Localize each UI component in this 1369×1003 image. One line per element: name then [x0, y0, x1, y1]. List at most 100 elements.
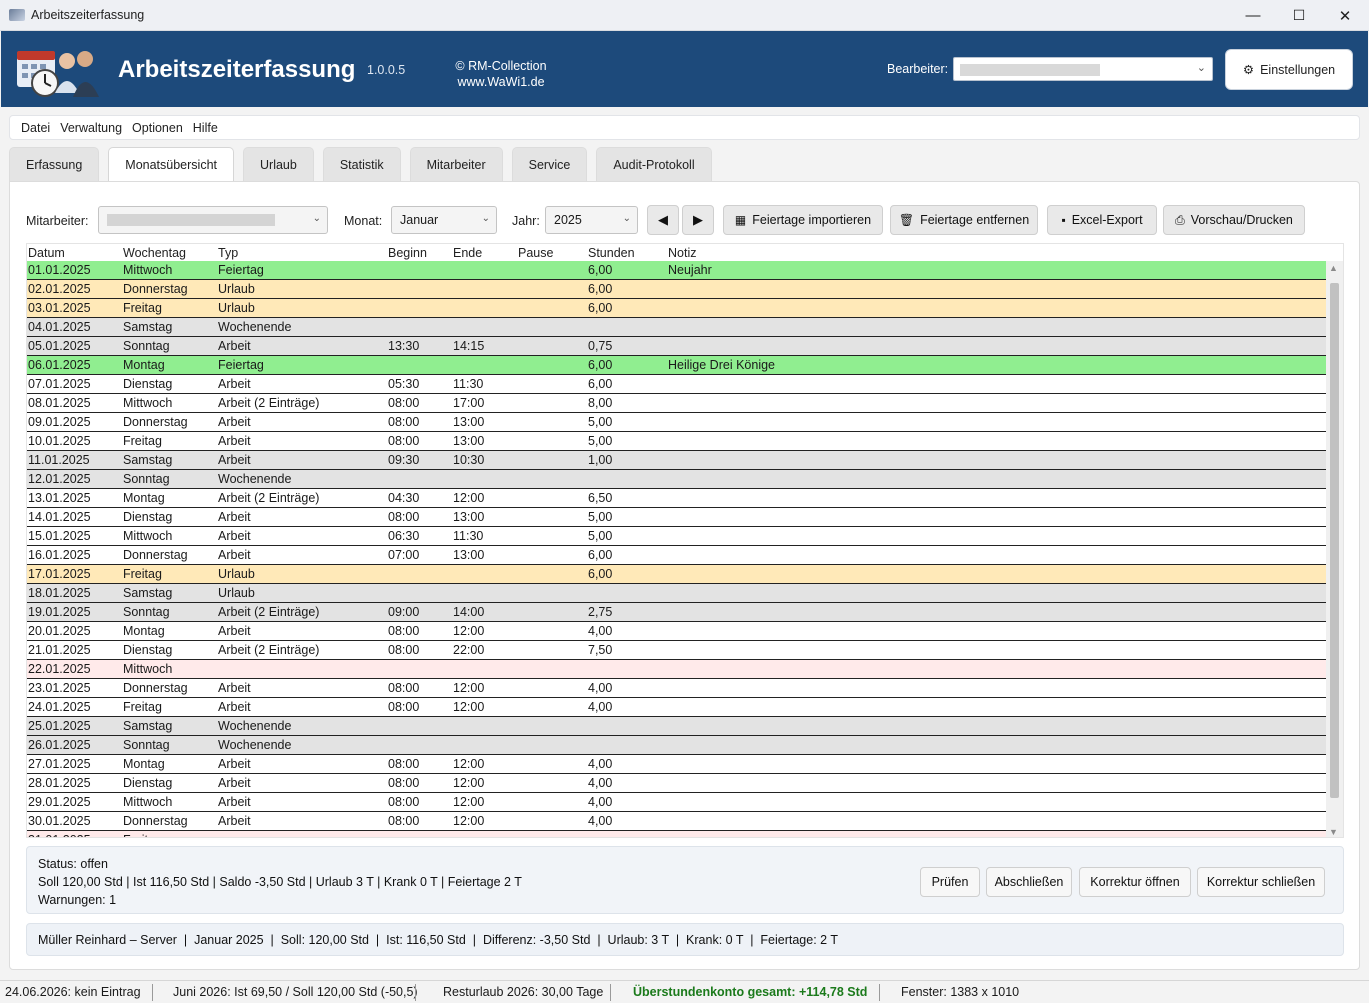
tab-erfassung[interactable]: Erfassung	[9, 147, 100, 181]
cell-hours: 8,00	[588, 396, 613, 410]
scroll-up-icon[interactable]: ▲	[1329, 263, 1338, 273]
header-end[interactable]: Ende	[453, 246, 482, 260]
previous-month-button[interactable]: ◀	[647, 205, 679, 235]
cell-start: 09:00	[388, 605, 420, 619]
tab-monatsuebersicht[interactable]: Monatsübersicht	[108, 147, 234, 182]
tab-mitarbeiter[interactable]: Mitarbeiter	[409, 147, 503, 181]
table-row[interactable]: 02.01.2025 Donnerstag Urlaub 6,00	[27, 280, 1327, 299]
cell-date: 11.01.2025	[28, 453, 90, 467]
close-month-button[interactable]: Abschließen	[986, 867, 1072, 897]
table-row[interactable]: 14.01.2025 Dienstag Arbeit 08:00 13:00 5,00	[27, 508, 1327, 527]
check-button[interactable]: Prüfen	[920, 867, 980, 897]
menu-admin[interactable]: Verwaltung	[60, 121, 122, 135]
tab-service[interactable]: Service	[511, 147, 588, 181]
table-row[interactable]: 28.01.2025 Dienstag Arbeit 08:00 12:00 4,00	[27, 774, 1327, 793]
table-row[interactable]: 17.01.2025 Freitag Urlaub 6,00	[27, 565, 1327, 584]
statusbar-vacation: Resturlaub 2026: 30,00 Tage	[443, 985, 604, 999]
cell-weekday: Sonntag	[123, 472, 170, 486]
table-row[interactable]: 12.01.2025 Sonntag Wochenende	[27, 470, 1327, 489]
table-row[interactable]: 23.01.2025 Donnerstag Arbeit 08:00 12:00 4,00	[27, 679, 1327, 698]
cell-start: 13:30	[388, 339, 420, 353]
scrollbar-thumb[interactable]	[1330, 283, 1339, 798]
table-row[interactable]: 25.01.2025 Samstag Wochenende	[27, 717, 1327, 736]
header-pause[interactable]: Pause	[518, 246, 553, 260]
table-row[interactable]: 30.01.2025 Donnerstag Arbeit 08:00 12:00 4,00	[27, 812, 1327, 831]
table-row[interactable]: 09.01.2025 Donnerstag Arbeit 08:00 13:00 5,00	[27, 413, 1327, 432]
menu-bar: Datei Verwaltung Optionen Hilfe	[9, 115, 1360, 140]
version-label: 1.0.0.5	[367, 63, 406, 77]
header-weekday[interactable]: Wochentag	[123, 246, 186, 260]
editor-select[interactable]: ⌄	[953, 57, 1213, 81]
cell-hours: 4,00	[588, 814, 613, 828]
settings-button[interactable]: ⚙ Einstellungen	[1225, 49, 1353, 90]
table-row[interactable]: 19.01.2025 Sonntag Arbeit (2 Einträge) 09:0…	[27, 603, 1327, 622]
maximize-button[interactable]: ☐	[1276, 0, 1322, 31]
cell-date: 15.01.2025	[28, 529, 91, 543]
cell-weekday: Freitag	[123, 567, 162, 581]
copyright-text: © RM-Collection	[455, 59, 547, 73]
cell-date: 23.01.2025	[28, 681, 91, 695]
header-type[interactable]: Typ	[218, 246, 238, 260]
cell-type: Urlaub	[218, 567, 255, 581]
table-row[interactable]: 18.01.2025 Samstag Urlaub	[27, 584, 1327, 603]
table-row[interactable]: 29.01.2025 Mittwoch Arbeit 08:00 12:00 4,00	[27, 793, 1327, 812]
month-status-box: Status: offen Soll 120,00 Std | Ist 116,…	[26, 846, 1344, 914]
open-correction-button[interactable]: Korrektur öffnen	[1079, 867, 1191, 897]
table-row[interactable]: 03.01.2025 Freitag Urlaub 6,00	[27, 299, 1327, 318]
cell-hours: 6,00	[588, 263, 613, 277]
cell-start: 08:00	[388, 814, 420, 828]
table-row[interactable]: 08.01.2025 Mittwoch Arbeit (2 Einträge) 08:…	[27, 394, 1327, 413]
table-row[interactable]: 22.01.2025 Mittwoch	[27, 660, 1327, 679]
printer-icon: ⎙	[1175, 212, 1185, 227]
header-date[interactable]: Datum	[28, 246, 65, 260]
table-row[interactable]: 05.01.2025 Sonntag Arbeit 13:30 14:15 0,75	[27, 337, 1327, 356]
excel-export-button[interactable]: ▪ Excel-Export	[1047, 205, 1157, 235]
menu-help[interactable]: Hilfe	[193, 121, 218, 135]
table-row[interactable]: 07.01.2025 Dienstag Arbeit 05:30 11:30 6,00	[27, 375, 1327, 394]
table-row[interactable]: 06.01.2025 Montag Feiertag 6,00 Heilige Drei…	[27, 356, 1327, 375]
cell-weekday: Donnerstag	[123, 415, 188, 429]
minimize-button[interactable]: —	[1230, 0, 1276, 31]
separator	[415, 984, 416, 1001]
header-hours[interactable]: Stunden	[588, 246, 635, 260]
menu-file[interactable]: Datei	[21, 121, 50, 135]
header-start[interactable]: Beginn	[388, 246, 427, 260]
import-holidays-button[interactable]: ▦ Feiertage importieren	[723, 205, 883, 235]
close-correction-button[interactable]: Korrektur schließen	[1197, 867, 1325, 897]
statusbar-month: Juni 2026: Ist 69,50 / Soll 120,00 Std (…	[173, 985, 418, 999]
cell-date: 04.01.2025	[28, 320, 91, 334]
tab-statistik[interactable]: Statistik	[322, 147, 401, 181]
vertical-scrollbar[interactable]: ▲ ▼	[1326, 261, 1343, 837]
website-link[interactable]: www.WaWi1.de	[446, 74, 556, 90]
table-row[interactable]: 11.01.2025 Samstag Arbeit 09:30 10:30 1,00	[27, 451, 1327, 470]
table-row[interactable]: 21.01.2025 Dienstag Arbeit (2 Einträge) 08:…	[27, 641, 1327, 660]
table-row[interactable]: 24.01.2025 Freitag Arbeit 08:00 12:00 4,00	[27, 698, 1327, 717]
remove-holidays-button[interactable]: 🗑 Feiertage entfernen	[890, 205, 1038, 235]
table-row[interactable]: 04.01.2025 Samstag Wochenende	[27, 318, 1327, 337]
cell-end: 13:00	[453, 548, 485, 562]
table-row[interactable]: 26.01.2025 Sonntag Wochenende	[27, 736, 1327, 755]
tab-urlaub[interactable]: Urlaub	[243, 147, 314, 181]
table-row[interactable]: 15.01.2025 Mittwoch Arbeit 06:30 11:30 5,00	[27, 527, 1327, 546]
table-row[interactable]: 31.01.2025 Freitag	[27, 831, 1327, 837]
month-select[interactable]: Januar ⌄	[391, 206, 497, 234]
cell-weekday: Freitag	[123, 833, 162, 837]
cell-hours: 4,00	[588, 757, 613, 771]
print-preview-button[interactable]: ⎙ Vorschau/Drucken	[1163, 205, 1305, 235]
table-row[interactable]: 16.01.2025 Donnerstag Arbeit 07:00 13:00 6,00	[27, 546, 1327, 565]
table-row[interactable]: 27.01.2025 Montag Arbeit 08:00 12:00 4,00	[27, 755, 1327, 774]
table-row[interactable]: 01.01.2025 Mittwoch Feiertag 6,00 Neujahr	[27, 261, 1327, 280]
table-row[interactable]: 10.01.2025 Freitag Arbeit 08:00 13:00 5,00	[27, 432, 1327, 451]
table-row[interactable]: 13.01.2025 Montag Arbeit (2 Einträge) 04:30…	[27, 489, 1327, 508]
cell-date: 24.01.2025	[28, 700, 91, 714]
next-month-button[interactable]: ▶	[682, 205, 714, 235]
employee-select[interactable]: ⌄	[98, 206, 328, 234]
menu-options[interactable]: Optionen	[132, 121, 183, 135]
scroll-down-icon[interactable]: ▼	[1329, 827, 1338, 837]
table-row[interactable]: 20.01.2025 Montag Arbeit 08:00 12:00 4,00	[27, 622, 1327, 641]
year-select[interactable]: 2025 ⌄	[545, 206, 638, 234]
close-button[interactable]: ✕	[1322, 0, 1368, 31]
header-note[interactable]: Notiz	[668, 246, 696, 260]
tab-audit-protokoll[interactable]: Audit-Protokoll	[596, 147, 712, 181]
cell-start: 08:00	[388, 643, 420, 657]
